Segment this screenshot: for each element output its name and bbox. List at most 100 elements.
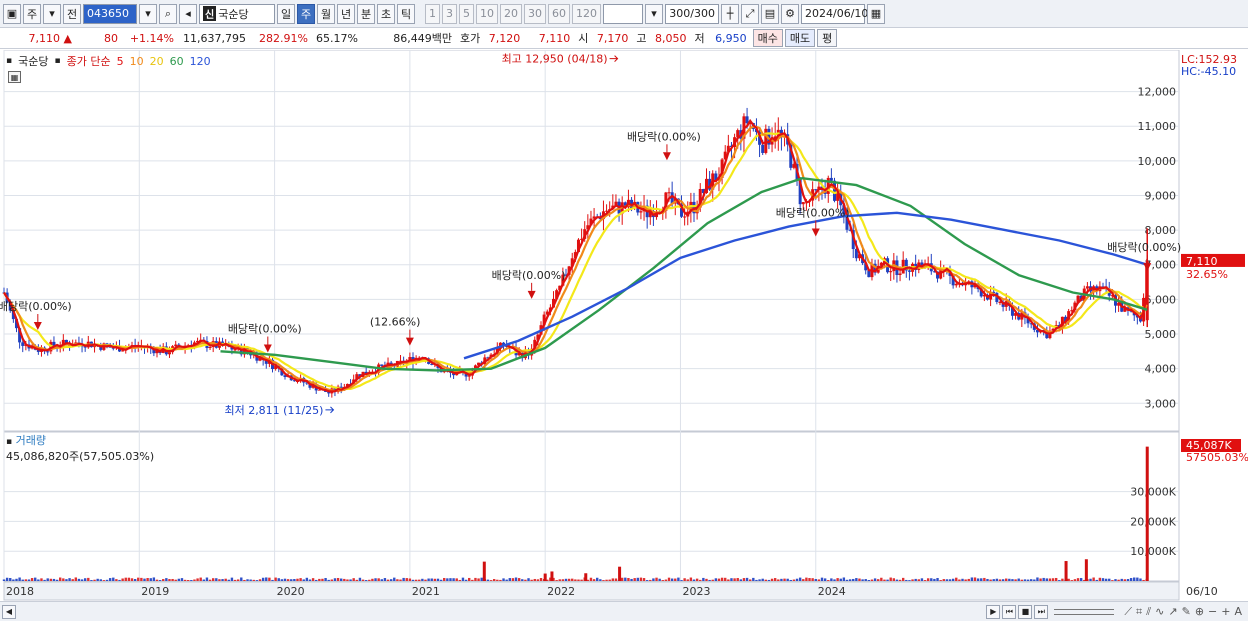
legend-ma-60: 60 [169,54,184,68]
volume-bar [945,579,949,581]
volume-bar [34,577,37,581]
trend-tool-icon[interactable]: ↗ [1168,605,1177,618]
volume-bar [486,579,490,581]
legend-square-icon[interactable]: ▪ [6,56,12,66]
period-tick[interactable]: 틱 [397,3,415,24]
volume-bar [527,578,530,581]
interval-5[interactable]: 5 [459,3,474,24]
volume-tag: 45,087K 57505.03% [1181,439,1248,464]
volume-bar [714,578,718,581]
y-tick-label: 9,000 [1145,189,1177,202]
last-page-icon[interactable]: ⏭ [1034,604,1049,619]
sell-button[interactable]: 매도 [784,29,816,47]
candle-type-icon[interactable]: ┼ [721,3,739,24]
period-month[interactable]: 월 [317,3,335,24]
save-icon[interactable]: ▤ [761,3,779,24]
zoom-icon[interactable]: ⤢ [741,3,759,24]
volume-bar [411,579,415,581]
volume-bar [196,578,199,581]
first-page-icon[interactable]: ⏮ [1002,604,1017,619]
channel-tool-icon[interactable]: ⫽ [1146,605,1151,619]
text-icon[interactable]: A [1234,605,1242,618]
candle-body [683,216,687,218]
volume-bar [720,577,724,581]
y-tick-label: 10,000 [1138,155,1177,168]
zoom-in-icon[interactable]: ⊕ [1195,605,1204,618]
speaker-icon[interactable]: ◂ [179,3,197,24]
volume-bar [1123,579,1127,581]
stock-code-input[interactable]: 043650 [83,3,137,24]
period-week[interactable]: 주 [297,3,315,24]
search-icon[interactable]: ⌕ [159,3,177,24]
window-icon[interactable]: ▣ [3,3,21,24]
change-percent: +1.14% [129,31,174,45]
period-year[interactable]: 년 [337,3,355,24]
plus-icon[interactable]: + [1221,605,1230,618]
gear-icon[interactable]: ⚙ [781,3,799,24]
grid-toggle-icon[interactable]: ▦ [8,71,21,83]
line-tool-icon[interactable]: ⟋ [1124,605,1132,619]
eval-button[interactable]: 평 [817,29,838,47]
volume-bar [611,578,615,581]
volume-bar [149,578,152,581]
low-label: 최저 2,811 (11/25) [224,404,323,417]
volume-bar [608,579,611,581]
stop-icon[interactable]: ■ [1018,604,1033,619]
calendar-icon[interactable]: ▦ [867,3,885,24]
volume-bar [970,577,974,581]
legend-square-icon[interactable]: ▪ [54,56,60,66]
volume-bar [474,577,477,581]
volume-bar [68,578,71,581]
scroll-left-icon[interactable]: ◀ [2,604,16,619]
period-day[interactable]: 일 [277,3,295,24]
y-tick-label: 5,000 [1145,328,1177,341]
code-dropdown-icon[interactable]: ▾ [139,3,157,24]
volume-bar [127,577,131,581]
period-second[interactable]: 초 [377,3,395,24]
custom-interval-input[interactable] [603,3,643,24]
volume-bar [748,579,752,581]
volume-spike [1084,559,1088,581]
minus-icon[interactable]: − [1208,605,1217,618]
interval-dropdown-icon[interactable]: ▾ [645,3,663,24]
interval-60[interactable]: 60 [548,3,570,24]
prev-button[interactable]: 전 [63,3,81,24]
interval-120[interactable]: 120 [572,3,601,24]
volume-bar [2,579,6,581]
volume-bar [65,579,68,581]
volume-value: 45,086,820주(57,505.03%) [6,450,155,463]
trade-amount: 86,449백만 [393,32,452,45]
volume-bar [55,579,59,581]
price-chart[interactable]: 12,00011,00010,0009,0008,0007,0006,0005,… [0,50,1248,621]
volume-bar [308,579,312,581]
interval-3[interactable]: 3 [442,3,457,24]
count-field[interactable]: 300/300 [665,3,719,24]
legend-square-icon[interactable]: ▪ [6,437,12,447]
fib-tool-icon[interactable]: ⌗ [1136,605,1142,619]
volume-bar [218,579,221,581]
scroll-right-icon[interactable]: ▶ [986,604,1001,619]
volume-bar [377,578,380,581]
candle-body [898,273,902,275]
interval-30[interactable]: 30 [524,3,546,24]
turnover-rate: 65.17% [316,31,358,45]
volume-bar [9,578,12,581]
date-field[interactable]: 2024/06/10 [801,3,868,24]
interval-10[interactable]: 10 [476,3,498,24]
dividend-annotation: 배당락(0.00%) [492,269,566,282]
volume-bar [614,578,618,581]
price-legend: ▪ 국순당 ▪ 종가 단순 5 10 20 60 120 [6,53,211,69]
pen-tool-icon[interactable]: ✎ [1182,605,1191,618]
buy-button[interactable]: 매수 [752,29,783,47]
volume-bar [286,579,290,581]
candle-body [889,271,893,273]
zoom-slider[interactable] [1054,608,1115,615]
volume-bar [118,579,121,581]
period-minute[interactable]: 분 [357,3,375,24]
mode-select[interactable]: 주 [23,3,41,24]
dropdown-chevron-icon[interactable]: ▾ [43,3,61,24]
interval-1[interactable]: 1 [425,3,440,24]
wave-tool-icon[interactable]: ∿ [1155,605,1164,618]
volume-bar [695,578,699,581]
interval-20[interactable]: 20 [500,3,522,24]
